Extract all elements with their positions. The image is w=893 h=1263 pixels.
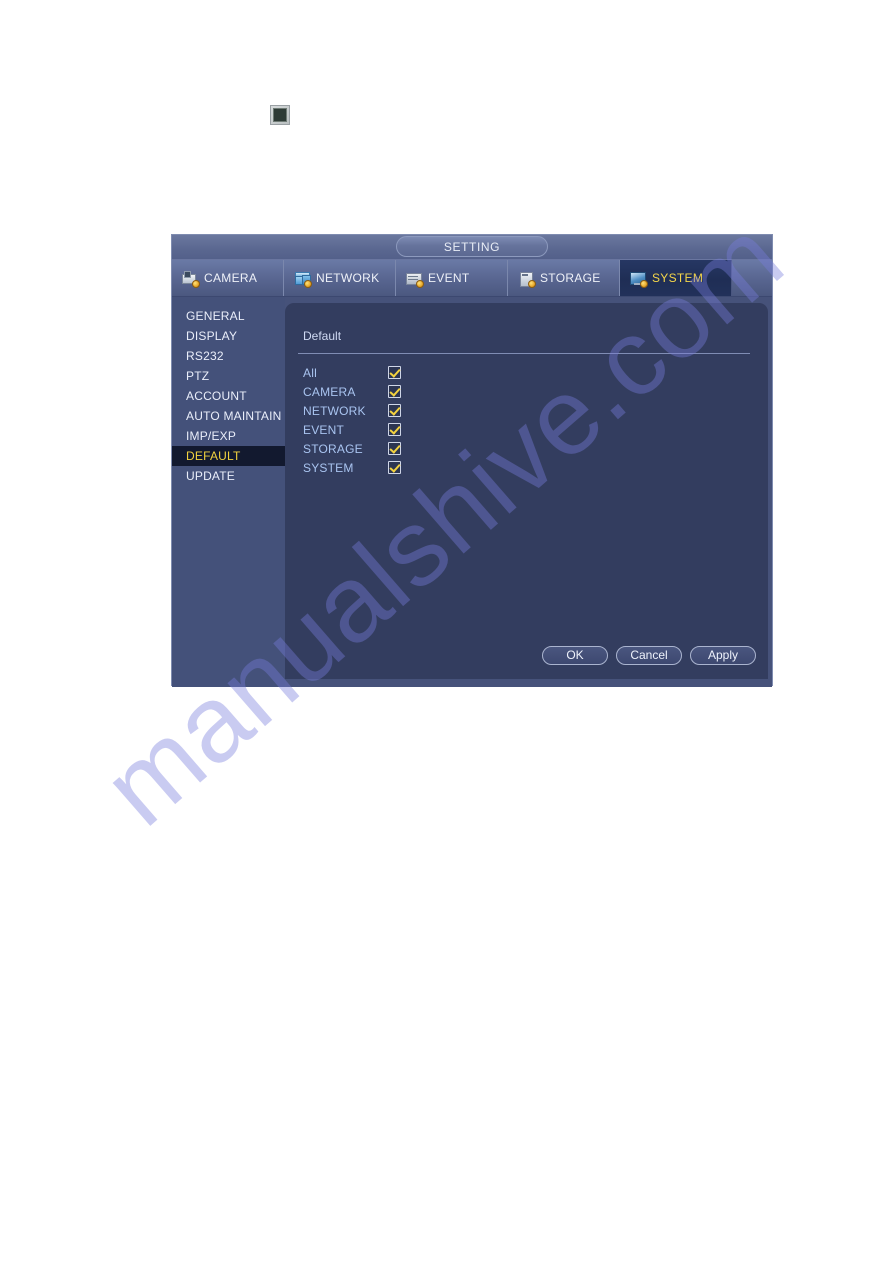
setting-dialog: SETTING CAMERA NETWORK EVENT STORAGE SYS…	[171, 234, 773, 687]
dialog-titlebar: SETTING	[172, 235, 772, 260]
sidebar: GENERAL DISPLAY RS232 PTZ ACCOUNT AUTO M…	[172, 297, 285, 687]
sidebar-item-general[interactable]: GENERAL	[172, 306, 285, 326]
dialog-title: SETTING	[396, 236, 548, 257]
network-icon	[294, 271, 312, 288]
tab-event-label: EVENT	[428, 271, 470, 285]
checkbox-storage[interactable]	[388, 442, 401, 455]
storage-icon	[518, 271, 536, 288]
option-label-network: NETWORK	[303, 403, 366, 418]
default-options-list: All CAMERA NETWORK EVENT STORAGE SYSTEM	[303, 363, 401, 477]
sidebar-item-ptz[interactable]: PTZ	[172, 366, 285, 386]
checkbox-all[interactable]	[388, 366, 401, 379]
system-icon	[630, 271, 648, 288]
ok-button[interactable]: OK	[542, 646, 608, 665]
option-row-all: All	[303, 363, 401, 382]
option-row-network: NETWORK	[303, 401, 401, 420]
option-label-event: EVENT	[303, 422, 345, 437]
square-device-icon	[270, 105, 290, 125]
option-label-storage: STORAGE	[303, 441, 363, 456]
sidebar-item-display[interactable]: DISPLAY	[172, 326, 285, 346]
cancel-button[interactable]: Cancel	[616, 646, 682, 665]
option-row-camera: CAMERA	[303, 382, 401, 401]
sidebar-item-auto-maintain[interactable]: AUTO MAINTAIN	[172, 406, 285, 426]
tab-bar-filler	[732, 260, 772, 296]
square-device-icon-inner	[273, 108, 287, 122]
section-divider	[298, 353, 750, 354]
dialog-body: GENERAL DISPLAY RS232 PTZ ACCOUNT AUTO M…	[172, 297, 772, 687]
option-row-event: EVENT	[303, 420, 401, 439]
option-row-system: SYSTEM	[303, 458, 401, 477]
tab-system[interactable]: SYSTEM	[620, 260, 732, 296]
apply-button[interactable]: Apply	[690, 646, 756, 665]
tab-storage[interactable]: STORAGE	[508, 260, 620, 296]
tab-network-label: NETWORK	[316, 271, 380, 285]
event-icon	[406, 271, 424, 288]
camera-icon	[182, 270, 200, 288]
option-label-all: All	[303, 365, 317, 380]
checkbox-network[interactable]	[388, 404, 401, 417]
tab-camera[interactable]: CAMERA	[172, 260, 284, 296]
checkbox-camera[interactable]	[388, 385, 401, 398]
sidebar-item-imp-exp[interactable]: IMP/EXP	[172, 426, 285, 446]
checkbox-event[interactable]	[388, 423, 401, 436]
action-button-row: OK Cancel Apply	[542, 646, 756, 665]
sidebar-item-update[interactable]: UPDATE	[172, 466, 285, 486]
option-row-storage: STORAGE	[303, 439, 401, 458]
sidebar-item-default[interactable]: DEFAULT	[172, 446, 285, 466]
tab-network[interactable]: NETWORK	[284, 260, 396, 296]
sidebar-item-rs232[interactable]: RS232	[172, 346, 285, 366]
option-label-system: SYSTEM	[303, 460, 354, 475]
tab-system-label: SYSTEM	[652, 271, 704, 285]
section-title: Default	[303, 329, 342, 343]
content-panel: Default All CAMERA NETWORK EVENT STORAGE…	[285, 303, 768, 679]
sidebar-item-account[interactable]: ACCOUNT	[172, 386, 285, 406]
tab-bar: CAMERA NETWORK EVENT STORAGE SYSTEM	[172, 260, 772, 297]
tab-event[interactable]: EVENT	[396, 260, 508, 296]
checkbox-system[interactable]	[388, 461, 401, 474]
tab-camera-label: CAMERA	[204, 271, 258, 285]
tab-storage-label: STORAGE	[540, 271, 601, 285]
option-label-camera: CAMERA	[303, 384, 356, 399]
